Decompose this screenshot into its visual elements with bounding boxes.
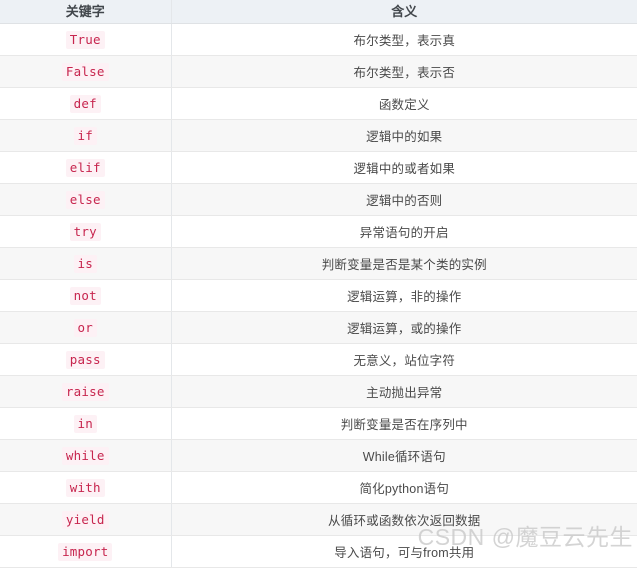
meaning-text: 从循环或函数依次返回数据: [328, 513, 481, 528]
cell-meaning: 判断变量是否是某个类的实例: [171, 247, 637, 280]
cell-meaning: 异常语句的开启: [171, 215, 637, 248]
table-row: def 函数定义: [0, 87, 637, 120]
table-row: pass 无意义，站位字符: [0, 343, 637, 376]
meaning-text: 逻辑中的否则: [366, 193, 443, 208]
cell-meaning: 逻辑中的如果: [171, 119, 637, 152]
table-row: is 判断变量是否是某个类的实例: [0, 247, 637, 280]
meaning-text: 布尔类型，表示否: [353, 65, 456, 80]
cell-keyword: import: [0, 535, 172, 568]
cell-meaning: 导入语句，可与from共用: [171, 535, 637, 568]
cell-keyword: else: [0, 183, 172, 216]
cell-keyword: True: [0, 23, 172, 56]
keyword-badge: in: [73, 414, 97, 433]
table-row: or 逻辑运算，或的操作: [0, 311, 637, 344]
table-row: not 逻辑运算，非的操作: [0, 279, 637, 312]
cell-meaning: 无意义，站位字符: [171, 343, 637, 376]
keyword-badge: yield: [61, 510, 109, 529]
keyword-badge: def: [69, 94, 101, 113]
cell-keyword: or: [0, 311, 172, 344]
keyword-badge: is: [73, 254, 97, 273]
table-row: yield 从循环或函数依次返回数据: [0, 503, 637, 536]
cell-meaning: 布尔类型，表示否: [171, 55, 637, 88]
table-header: 关键字 含义: [0, 0, 637, 24]
cell-meaning: 逻辑中的或者如果: [171, 151, 637, 184]
table-row: while While循环语句: [0, 439, 637, 472]
cell-meaning: 从循环或函数依次返回数据: [171, 503, 637, 536]
meaning-text: While循环语句: [362, 449, 446, 464]
meaning-text: 无意义，站位字符: [353, 353, 456, 368]
cell-keyword: raise: [0, 375, 172, 408]
keyword-badge: True: [65, 30, 105, 49]
keyword-badge: pass: [65, 350, 105, 369]
meaning-text: 逻辑中的或者如果: [353, 161, 456, 176]
python-keywords-table: 关键字 含义 True 布尔类型，表示真 False 布尔类型，表示否 def 函数定义 i…: [0, 0, 637, 568]
keyword-badge: else: [65, 190, 105, 209]
cell-keyword: in: [0, 407, 172, 440]
table-row: elif 逻辑中的或者如果: [0, 151, 637, 184]
table-row: try 异常语句的开启: [0, 215, 637, 248]
table-row: raise 主动抛出异常: [0, 375, 637, 408]
table-row: in 判断变量是否在序列中: [0, 407, 637, 440]
keyword-badge: import: [58, 542, 113, 561]
meaning-text: 导入语句，可与from共用: [334, 545, 475, 560]
cell-keyword: pass: [0, 343, 172, 376]
cell-keyword: with: [0, 471, 172, 504]
cell-keyword: is: [0, 247, 172, 280]
cell-meaning: 布尔类型，表示真: [171, 23, 637, 56]
cell-meaning: While循环语句: [171, 439, 637, 472]
cell-keyword: not: [0, 279, 172, 312]
table-row: with 简化python语句: [0, 471, 637, 504]
keyword-badge: or: [73, 318, 97, 337]
meaning-text: 异常语句的开启: [359, 225, 449, 240]
meaning-text: 逻辑运算，非的操作: [347, 289, 462, 304]
meaning-text: 简化python语句: [359, 481, 450, 496]
cell-meaning: 逻辑运算，或的操作: [171, 311, 637, 344]
cell-meaning: 逻辑运算，非的操作: [171, 279, 637, 312]
cell-keyword: False: [0, 55, 172, 88]
table-row: else 逻辑中的否则: [0, 183, 637, 216]
meaning-text: 主动抛出异常: [366, 385, 443, 400]
table-row: True 布尔类型，表示真: [0, 23, 637, 56]
cell-keyword: def: [0, 87, 172, 120]
keyword-badge: not: [69, 286, 101, 305]
keyword-badge: elif: [65, 158, 105, 177]
cell-meaning: 主动抛出异常: [171, 375, 637, 408]
cell-keyword: if: [0, 119, 172, 152]
meaning-text: 判断变量是否是某个类的实例: [321, 257, 487, 272]
table-body: True 布尔类型，表示真 False 布尔类型，表示否 def 函数定义 if 逻辑中的如果…: [0, 23, 637, 568]
table-header-row: 关键字 含义: [0, 0, 637, 24]
cell-meaning: 函数定义: [171, 87, 637, 120]
column-header-meaning: 含义: [171, 0, 637, 24]
table-row: if 逻辑中的如果: [0, 119, 637, 152]
cell-keyword: try: [0, 215, 172, 248]
cell-meaning: 判断变量是否在序列中: [171, 407, 637, 440]
meaning-text: 函数定义: [378, 97, 430, 112]
cell-keyword: while: [0, 439, 172, 472]
table-row: False 布尔类型，表示否: [0, 55, 637, 88]
keyword-badge: if: [73, 126, 97, 145]
table-row: import 导入语句，可与from共用: [0, 535, 637, 568]
meaning-text: 逻辑中的如果: [366, 129, 443, 144]
meaning-text: 布尔类型，表示真: [353, 33, 456, 48]
meaning-text: 逻辑运算，或的操作: [347, 321, 462, 336]
keyword-badge: while: [61, 446, 109, 465]
cell-keyword: elif: [0, 151, 172, 184]
cell-keyword: yield: [0, 503, 172, 536]
column-header-keyword: 关键字: [0, 0, 172, 24]
meaning-text: 判断变量是否在序列中: [340, 417, 468, 432]
keyword-badge: raise: [61, 382, 109, 401]
keyword-badge: try: [69, 222, 101, 241]
cell-meaning: 简化python语句: [171, 471, 637, 504]
keyword-badge: with: [65, 478, 105, 497]
cell-meaning: 逻辑中的否则: [171, 183, 637, 216]
keyword-badge: False: [61, 62, 109, 81]
